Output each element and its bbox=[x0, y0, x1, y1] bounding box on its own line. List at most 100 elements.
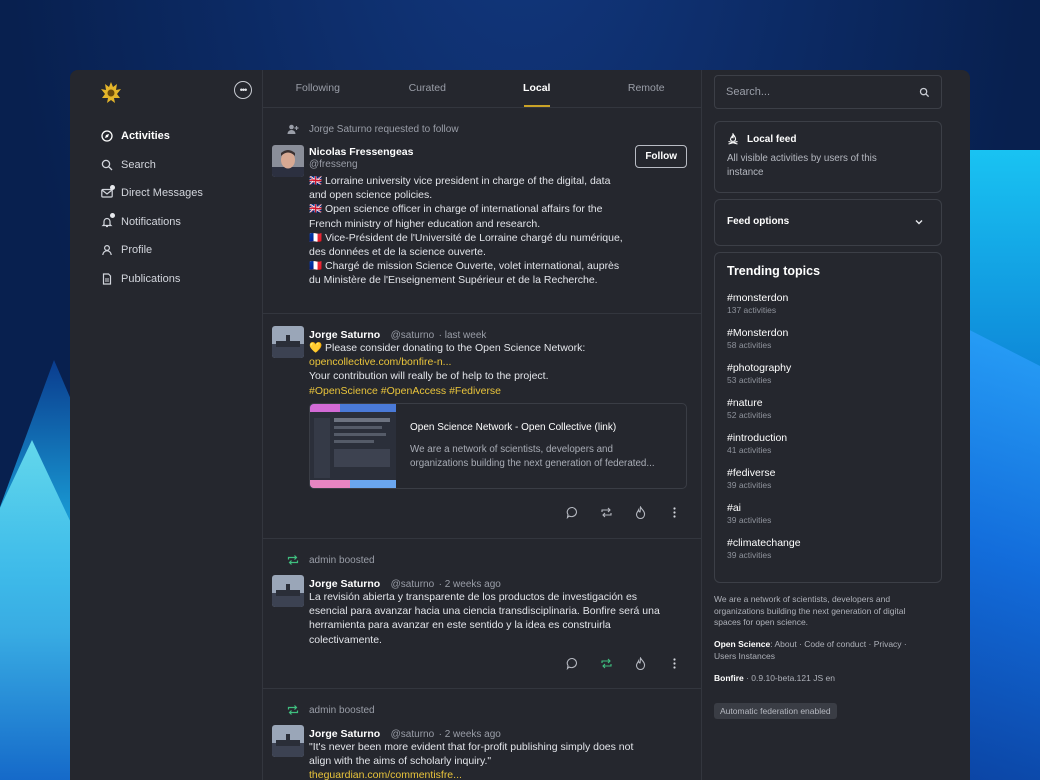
boost-icon[interactable] bbox=[599, 656, 613, 670]
topic-tag[interactable]: #photography bbox=[727, 362, 929, 375]
trending-topic[interactable]: #ai 39 activities bbox=[727, 502, 929, 526]
trending-topic[interactable]: #monsterdon 137 activities bbox=[727, 292, 929, 316]
tab-curated[interactable]: Curated bbox=[373, 70, 483, 107]
version-info: Bonfire · 0.9.10-beta.121 JS en bbox=[714, 673, 942, 685]
sidebar-item-notifications[interactable]: Notifications bbox=[100, 208, 203, 237]
author-handle[interactable]: @saturno bbox=[391, 729, 435, 740]
like-flame-icon[interactable] bbox=[633, 656, 647, 670]
topic-tag[interactable]: #monsterdon bbox=[727, 292, 929, 305]
instance-name[interactable]: Open Science bbox=[714, 639, 770, 649]
sidebar-item-search[interactable]: Search bbox=[100, 151, 203, 180]
feed-options-title: Feed options bbox=[727, 216, 929, 227]
topic-count: 39 activities bbox=[727, 480, 772, 490]
topic-tag[interactable]: #nature bbox=[727, 397, 929, 410]
sidebar-item-label: Activities bbox=[121, 130, 170, 143]
topic-tag[interactable]: #introduction bbox=[727, 432, 929, 445]
trending-topic[interactable]: #introduction 41 activities bbox=[727, 432, 929, 456]
search-input[interactable]: Search... bbox=[714, 75, 942, 109]
bio-line: 🇫🇷 Vice-Président de l'Université de Lor… bbox=[309, 231, 623, 244]
version-text: · 0.9.10-beta.121 JS en bbox=[743, 673, 835, 683]
link-preview-card[interactable]: Open Science Network - Open Collective (… bbox=[309, 403, 687, 489]
topic-count: 137 activities bbox=[727, 305, 777, 315]
compass-icon bbox=[100, 130, 113, 143]
feed-options-dropdown[interactable]: Feed options bbox=[714, 199, 942, 246]
user-handle[interactable]: @fresseng bbox=[309, 159, 413, 170]
footer-link-list[interactable]: : About · Code of conduct · Privacy · bbox=[770, 639, 907, 649]
follow-button[interactable]: Follow bbox=[635, 145, 687, 168]
trending-topic[interactable]: #nature 52 activities bbox=[727, 397, 929, 421]
search-icon[interactable] bbox=[919, 87, 930, 101]
post-content: "It's never been more evident that for-p… bbox=[309, 740, 694, 780]
about-line: We are a network of scientists, develope… bbox=[714, 594, 891, 604]
reply-icon[interactable] bbox=[565, 505, 579, 519]
bio-line: 🇬🇧 Open science officer in charge of int… bbox=[309, 203, 603, 216]
author-name[interactable]: Jorge Saturno bbox=[309, 578, 380, 590]
trending-topic[interactable]: #Monsterdon 58 activities bbox=[727, 327, 929, 351]
author-name[interactable]: Jorge Saturno bbox=[309, 728, 380, 740]
post-hashtags[interactable]: #OpenScience #OpenAccess #Fediverse bbox=[309, 384, 689, 398]
avatar[interactable] bbox=[272, 326, 304, 358]
post-text: 💛 Please consider donating to the Open S… bbox=[309, 342, 586, 354]
sidebar-item-activities[interactable]: Activities bbox=[100, 122, 203, 151]
post-item[interactable]: Jorge Saturno @saturno · last week 💛 Ple… bbox=[263, 314, 701, 539]
topic-count: 53 activities bbox=[727, 375, 772, 385]
post-time[interactable]: 2 weeks ago bbox=[445, 579, 501, 590]
context-text: Jorge Saturno requested to follow bbox=[309, 123, 459, 135]
user-bio: 🇬🇧 Lorraine university vice president in… bbox=[309, 174, 689, 288]
topic-tag[interactable]: #ai bbox=[727, 502, 929, 515]
topic-tag[interactable]: #climatechange bbox=[727, 537, 929, 550]
link-preview-title: Open Science Network - Open Collective (… bbox=[410, 422, 617, 433]
tab-local[interactable]: Local bbox=[482, 70, 592, 107]
author-handle[interactable]: @saturno bbox=[391, 579, 435, 590]
more-vertical-icon[interactable] bbox=[667, 656, 681, 670]
boost-icon[interactable] bbox=[599, 505, 613, 519]
trending-topic[interactable]: #photography 53 activities bbox=[727, 362, 929, 386]
trending-topics-box: Trending topics #monsterdon 137 activiti… bbox=[714, 252, 942, 583]
trending-topic[interactable]: #fediverse 39 activities bbox=[727, 467, 929, 491]
avatar[interactable] bbox=[272, 145, 304, 177]
post-actions bbox=[565, 656, 701, 670]
trending-topic[interactable]: #climatechange 39 activities bbox=[727, 537, 929, 561]
more-vertical-icon[interactable] bbox=[667, 505, 681, 519]
user-name[interactable]: Nicolas Fressengeas bbox=[309, 146, 413, 158]
sidebar-item-label: Direct Messages bbox=[121, 187, 203, 200]
chevron-down-icon[interactable] bbox=[914, 217, 924, 227]
main-feed: Following Curated Local Remote Jorge Sat… bbox=[263, 70, 702, 780]
topic-tag[interactable]: #fediverse bbox=[727, 467, 929, 480]
tab-following[interactable]: Following bbox=[263, 70, 373, 107]
footer-link-list[interactable]: Users Instances bbox=[714, 651, 942, 663]
sidebar-item-profile[interactable]: Profile bbox=[100, 236, 203, 265]
post-text: herramienta para avanzar en este sentido… bbox=[309, 619, 611, 632]
post-text: La revisión abierta y transparente de lo… bbox=[309, 591, 638, 603]
author-name[interactable]: Jorge Saturno bbox=[309, 329, 380, 341]
post-time[interactable]: 2 weeks ago bbox=[445, 729, 501, 740]
about-line: spaces for open science. bbox=[714, 617, 809, 627]
author-handle[interactable]: @saturno bbox=[391, 330, 435, 341]
avatar[interactable] bbox=[272, 725, 304, 757]
avatar[interactable] bbox=[272, 575, 304, 607]
topic-tag[interactable]: #Monsterdon bbox=[727, 327, 929, 340]
post-item[interactable]: admin boosted Jorge Saturno @saturno · 2… bbox=[263, 539, 701, 689]
post-link[interactable]: theguardian.com/commentisfre... bbox=[309, 768, 694, 780]
bio-line: du Ministère de l'Enseignement Supérieur… bbox=[309, 274, 598, 287]
footer-links: Open Science: About · Code of conduct · … bbox=[714, 639, 942, 662]
local-feed-description: All visible activities by users of this … bbox=[727, 152, 929, 180]
sidebar-nav: Activities Search Direct Messages Notifi… bbox=[100, 122, 203, 293]
post-time[interactable]: last week bbox=[445, 330, 487, 341]
sidebar-item-direct-messages[interactable]: Direct Messages bbox=[100, 179, 203, 208]
like-flame-icon[interactable] bbox=[633, 505, 647, 519]
reply-icon[interactable] bbox=[565, 656, 579, 670]
post-link[interactable]: opencollective.com/bonfire-n... bbox=[309, 355, 689, 369]
sidebar-item-publications[interactable]: Publications bbox=[100, 265, 203, 294]
app-name[interactable]: Bonfire bbox=[714, 673, 744, 683]
local-feed-box: Local feed All visible activities by use… bbox=[714, 121, 942, 193]
more-options-button[interactable]: ••• bbox=[234, 81, 252, 99]
post-text: colectivamente. bbox=[309, 633, 382, 646]
post-item[interactable]: admin boosted Jorge Saturno @saturno · 2… bbox=[263, 689, 701, 780]
bonfire-logo[interactable] bbox=[98, 80, 124, 106]
boost-icon bbox=[287, 554, 299, 566]
tab-remote[interactable]: Remote bbox=[592, 70, 702, 107]
topic-count: 39 activities bbox=[727, 515, 772, 525]
activity-context: admin boosted bbox=[287, 554, 375, 566]
bio-line: and open science policies. bbox=[309, 189, 433, 202]
